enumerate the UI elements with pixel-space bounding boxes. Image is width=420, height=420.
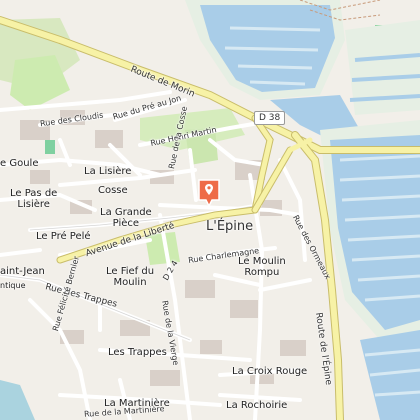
place-label-trappes: Les Trappes — [108, 347, 167, 358]
place-label-lisiere: La Lisière — [84, 166, 132, 177]
place-label-rochoirie: La Rochoirie — [226, 400, 288, 411]
road-shield-d38: D 38 — [254, 111, 286, 125]
place-label-pas-de-lisiere: Le Pas de Lisière — [10, 188, 58, 210]
place-label-pre-pele: Le Pré Pelé — [36, 231, 91, 242]
map-base-layer — [0, 0, 420, 420]
map-pin-icon[interactable] — [197, 178, 221, 208]
place-label-goule: e Goule — [0, 158, 39, 169]
place-label-antique: ntique — [0, 281, 26, 290]
place-label-saint-jean: aint-Jean — [0, 266, 45, 277]
place-label-grande-piece: La Grande Pièce — [100, 207, 152, 229]
place-label-croix-rouge: La Croix Rouge — [232, 366, 308, 377]
town-label: L'Épine — [206, 219, 254, 234]
place-label-martiniere: La Martinière — [104, 398, 170, 409]
place-label-fief-du-moulin: Le Fief du Moulin — [106, 266, 155, 288]
place-label-moulin-rompu: Le Moulin Rompu — [238, 256, 286, 278]
pitch-symbol — [45, 140, 55, 154]
place-label-cosse: Cosse — [98, 185, 128, 196]
map-canvas[interactable]: Route de Morin Rue du Pré au Jon Rue des… — [0, 0, 420, 420]
